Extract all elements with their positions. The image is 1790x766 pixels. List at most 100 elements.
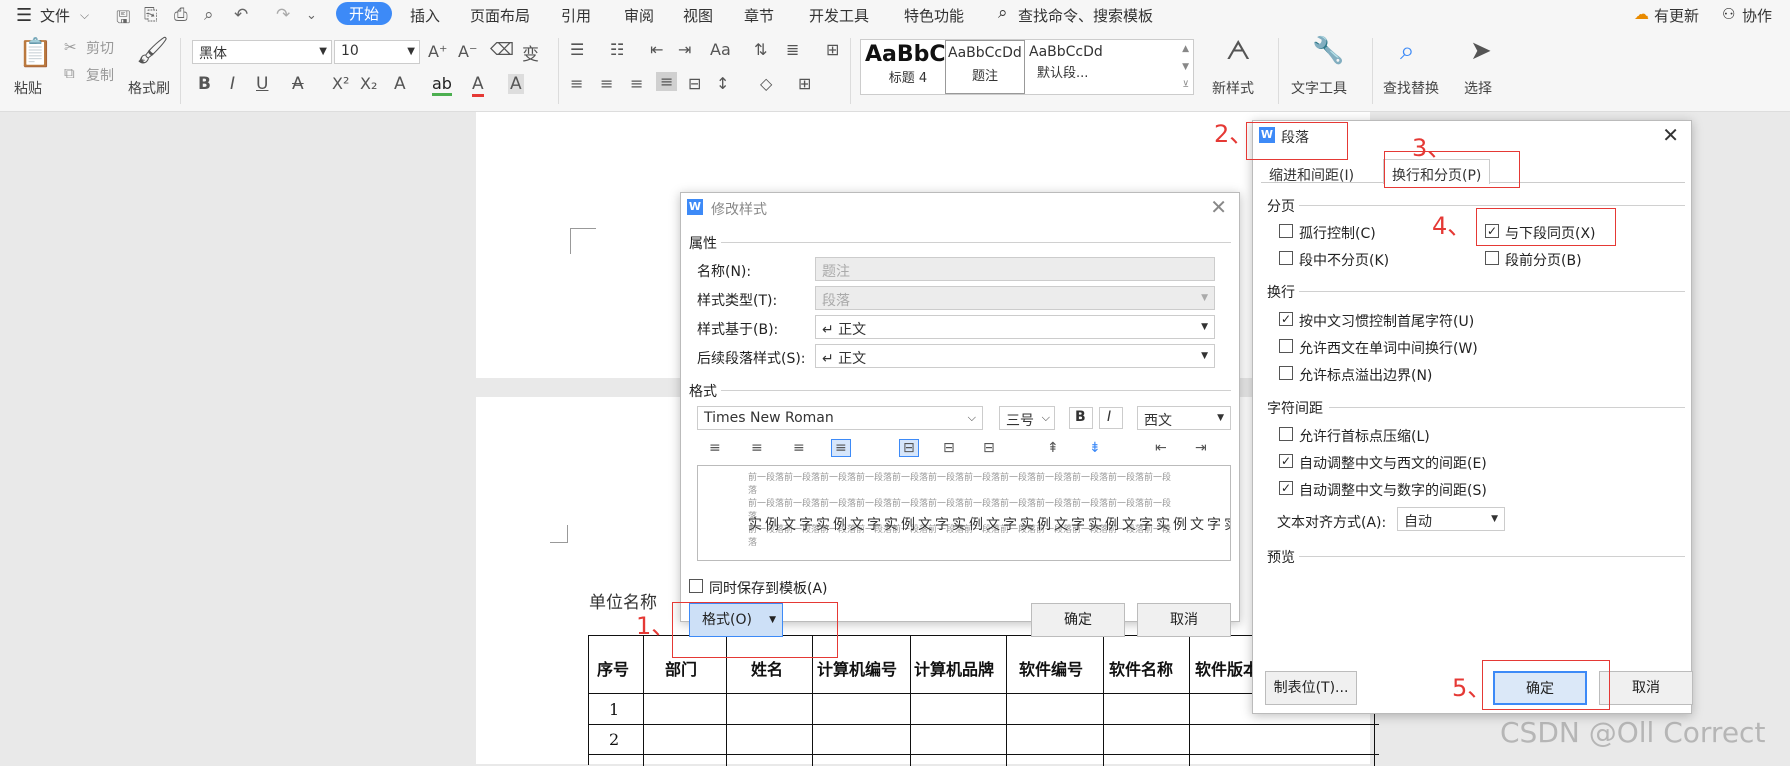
word-wrap-checkbox[interactable] xyxy=(1279,339,1293,353)
close-icon[interactable]: ✕ xyxy=(1210,195,1227,219)
save-template-checkbox[interactable] xyxy=(689,579,703,593)
paste-icon[interactable]: 📋 xyxy=(18,36,53,69)
scroll-up-icon[interactable]: ▲ xyxy=(1182,44,1189,54)
size-select[interactable]: 三号 ⌵ xyxy=(999,406,1055,430)
shrink-font-icon[interactable]: A⁻ xyxy=(458,42,477,61)
new-style-button[interactable]: 新样式 xyxy=(1212,78,1254,98)
tab-stops-button[interactable]: 制表位(T)... xyxy=(1265,671,1357,705)
align-left-icon[interactable]: ≡ xyxy=(570,74,583,93)
auto-space-num-checkbox[interactable]: ✓ xyxy=(1279,481,1293,495)
hamburger-icon[interactable]: ☰ xyxy=(16,5,32,26)
next-style-select[interactable]: ↵ 正文 ▼ xyxy=(815,344,1215,368)
customize-icon[interactable]: ⌄ xyxy=(306,8,317,23)
single-spacing-icon[interactable]: ⊟ xyxy=(899,439,919,457)
strikethrough-icon[interactable]: A xyxy=(292,74,304,94)
collab-link[interactable]: 协作 xyxy=(1742,5,1772,26)
copy-icon[interactable]: ⧉ xyxy=(64,64,75,82)
script-select[interactable]: 西文 ▼ xyxy=(1137,406,1231,430)
outdent-icon[interactable]: ⇤ xyxy=(1155,440,1167,456)
tab-special[interactable]: 特色功能 xyxy=(904,5,964,26)
align-center-icon[interactable]: ≡ xyxy=(600,74,613,93)
distribute-icon[interactable]: ⊟ xyxy=(688,74,701,93)
change-case-icon[interactable]: Aa xyxy=(710,40,731,59)
tab-view[interactable]: 视图 xyxy=(683,5,713,26)
new-style-icon[interactable]: ᗅ xyxy=(1226,36,1250,67)
bold-icon[interactable]: B xyxy=(198,74,211,94)
cut-button[interactable]: 剪切 xyxy=(86,38,114,58)
wrench-icon[interactable]: 🔧 xyxy=(1312,36,1344,66)
export-icon[interactable]: ⎘ xyxy=(144,5,158,25)
font-color-icon[interactable]: A xyxy=(472,74,484,97)
align-right-icon[interactable]: ≡ xyxy=(793,440,805,456)
command-search[interactable]: 查找命令、搜索模板 xyxy=(1018,5,1153,26)
tab-chapter[interactable]: 章节 xyxy=(744,5,774,26)
table-grid-icon[interactable]: ⊞ xyxy=(826,40,839,59)
cjk-rule-checkbox[interactable]: ✓ xyxy=(1279,312,1293,326)
indent-icon[interactable]: ⇥ xyxy=(1195,440,1207,456)
cancel-button[interactable]: 取消 xyxy=(1599,671,1693,705)
superscript-icon[interactable]: X² xyxy=(332,74,349,93)
one-half-spacing-icon[interactable]: ⊟ xyxy=(943,440,955,456)
cursor-icon[interactable]: ➤ xyxy=(1470,36,1492,66)
cut-icon[interactable]: ✂ xyxy=(64,38,77,56)
find-icon[interactable]: ⌕ xyxy=(1400,36,1415,67)
print-preview-icon[interactable]: ⌕ xyxy=(204,5,214,25)
scroll-down-icon[interactable]: ▼ xyxy=(1182,62,1189,72)
file-menu[interactable]: 文件 xyxy=(40,5,70,26)
tab-developer[interactable]: 开发工具 xyxy=(809,5,869,26)
page-break-before-checkbox[interactable] xyxy=(1485,251,1499,265)
align-right-icon[interactable]: ≡ xyxy=(630,74,643,93)
char-shading-icon[interactable]: A xyxy=(508,74,524,94)
find-replace-button[interactable]: 查找替换 xyxy=(1383,78,1439,98)
name-field[interactable]: 题注 xyxy=(815,257,1215,281)
font-name-combo[interactable]: 黑体 ▼ xyxy=(192,40,332,64)
align-left-icon[interactable]: ≡ xyxy=(709,440,721,456)
print-icon[interactable]: ⎙ xyxy=(174,5,188,25)
highlight-icon[interactable]: ab xyxy=(432,74,452,96)
expand-icon[interactable]: ⊻ xyxy=(1182,80,1189,90)
borders-icon[interactable]: ⊞ xyxy=(798,74,811,93)
justify-icon[interactable]: ≡ xyxy=(831,439,851,457)
compress-punct-checkbox[interactable] xyxy=(1279,427,1293,441)
tab-layout[interactable]: 页面布局 xyxy=(470,5,530,26)
widow-control-checkbox[interactable] xyxy=(1279,224,1293,238)
italic-icon[interactable]: I xyxy=(230,74,235,94)
keep-lines-checkbox[interactable] xyxy=(1279,251,1293,265)
chevron-down-icon[interactable]: ⌵ xyxy=(80,8,89,23)
phonetic-icon[interactable]: 变 xyxy=(522,40,539,65)
style-heading4[interactable]: AaBbC 标题 4 xyxy=(865,42,951,92)
text-tools-button[interactable]: 文字工具 xyxy=(1291,78,1347,98)
decrease-indent-icon[interactable]: ⇤ xyxy=(650,40,663,59)
space-before-icon[interactable]: ⇞ xyxy=(1047,440,1059,456)
clear-format-icon[interactable]: ⌫ xyxy=(490,40,514,60)
tab-insert[interactable]: 插入 xyxy=(410,5,440,26)
cancel-button[interactable]: 取消 xyxy=(1137,603,1231,637)
copy-button[interactable]: 复制 xyxy=(86,65,114,85)
based-on-select[interactable]: ↵ 正文 ▼ xyxy=(815,315,1215,339)
italic-button[interactable]: I xyxy=(1099,407,1123,429)
undo-icon[interactable]: ↶ xyxy=(234,5,248,25)
select-button[interactable]: 选择 xyxy=(1464,78,1492,98)
font-select[interactable]: Times New Roman ⌵ xyxy=(697,406,983,430)
justify-icon[interactable]: ≡ xyxy=(656,72,678,91)
punct-overflow-checkbox[interactable] xyxy=(1279,366,1293,380)
style-caption[interactable]: AaBbCcDd 题注 xyxy=(945,40,1025,94)
tab-indent-spacing[interactable]: 缩进和间距(I) xyxy=(1269,165,1354,185)
style-default[interactable]: AaBbCcDd 默认段... xyxy=(1029,42,1129,92)
double-spacing-icon[interactable]: ⊟ xyxy=(983,440,995,456)
subscript-icon[interactable]: X₂ xyxy=(360,74,377,93)
bullet-list-icon[interactable]: ☰ xyxy=(570,40,584,59)
font-size-combo[interactable]: 10 ▼ xyxy=(334,40,420,64)
line-spacing-icon[interactable]: ≣ xyxy=(786,40,799,59)
ok-button[interactable]: 确定 xyxy=(1031,603,1125,637)
tab-review[interactable]: 审阅 xyxy=(624,5,654,26)
auto-space-west-checkbox[interactable]: ✓ xyxy=(1279,454,1293,468)
shading-icon[interactable]: ◇ xyxy=(760,74,772,93)
redo-icon[interactable]: ↷ xyxy=(276,5,290,25)
align-center-icon[interactable]: ≡ xyxy=(751,440,763,456)
tab-home[interactable]: 开始 xyxy=(336,2,393,25)
format-painter-icon[interactable]: 🖌 xyxy=(136,36,169,66)
space-after-icon[interactable]: ⇟ xyxy=(1089,440,1101,456)
bold-button[interactable]: B xyxy=(1069,407,1093,429)
grow-font-icon[interactable]: A⁺ xyxy=(428,42,447,61)
